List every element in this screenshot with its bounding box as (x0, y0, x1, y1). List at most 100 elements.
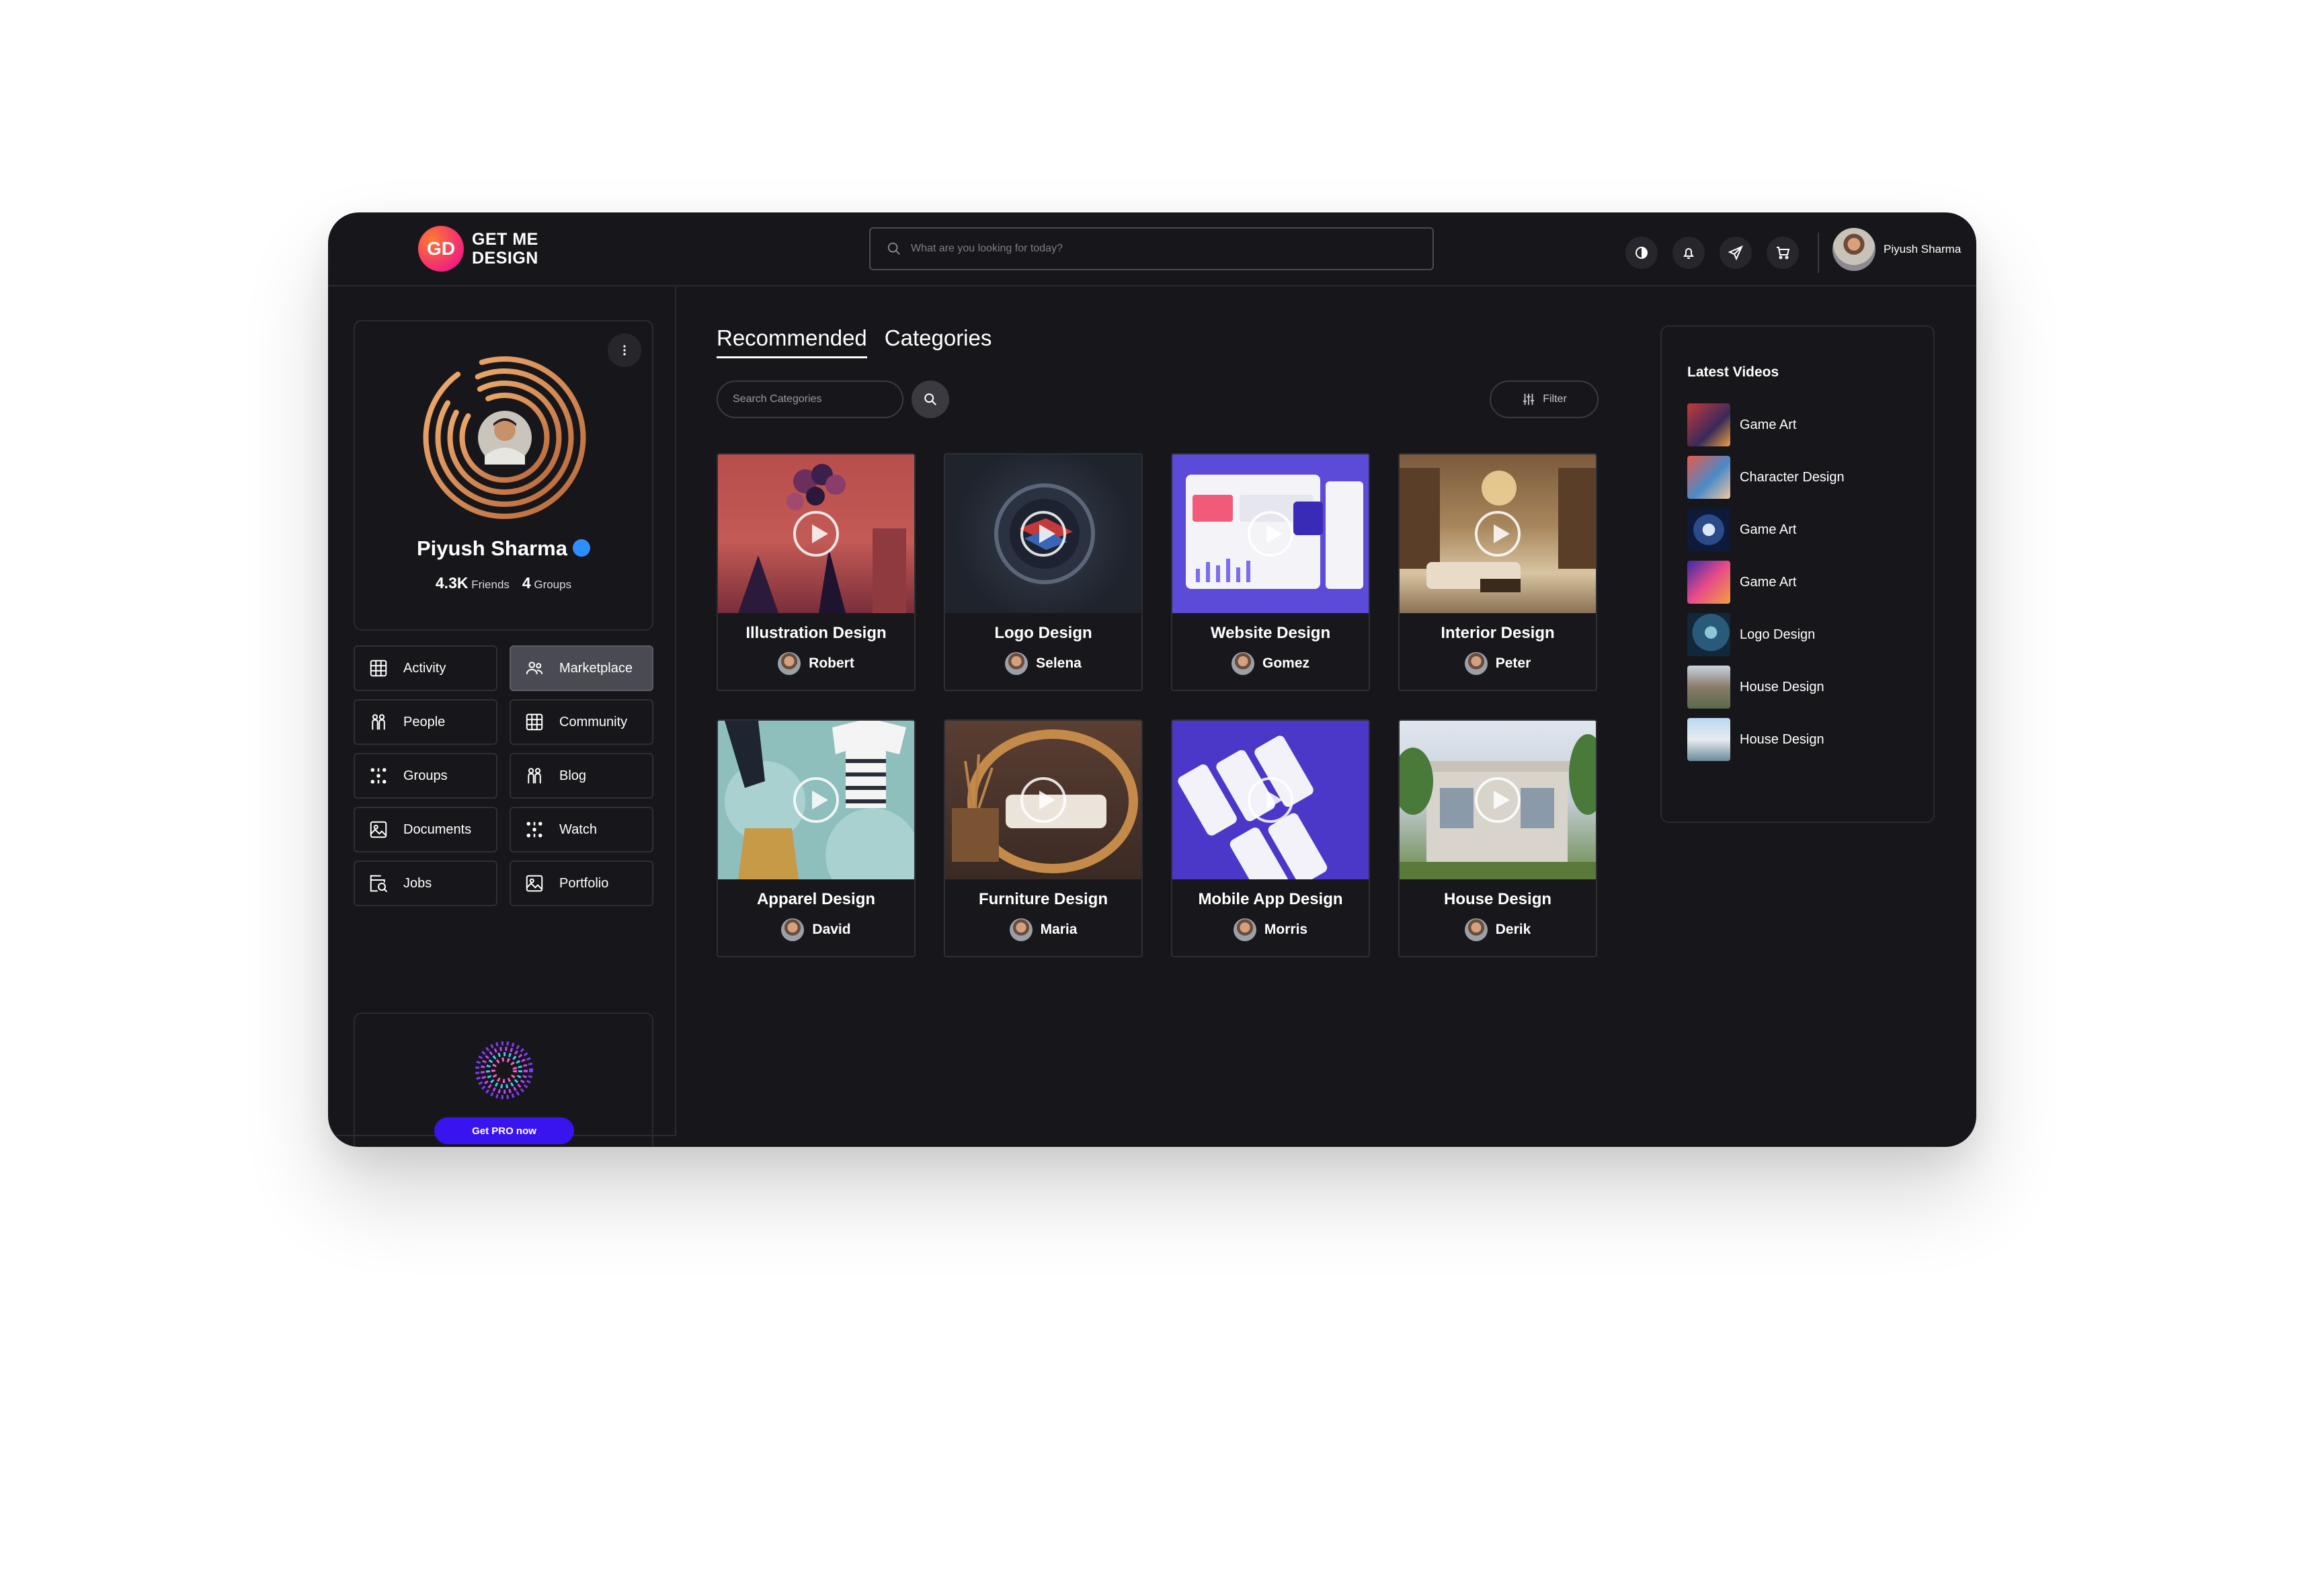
user-name: Piyush Sharma (1884, 243, 1962, 255)
cart-button[interactable] (1767, 237, 1799, 269)
friends-label: Friends (471, 578, 510, 591)
video-item[interactable]: Logo Design (1687, 613, 1845, 656)
messages-button[interactable] (1720, 237, 1752, 269)
card-author: Maria (945, 918, 1141, 941)
global-search-input[interactable]: What are you looking for today? (869, 227, 1434, 270)
play-icon[interactable] (1020, 511, 1066, 557)
card-author: Peter (1400, 652, 1596, 675)
design-card[interactable]: Furniture Design Maria (944, 719, 1143, 957)
cart-icon (1777, 247, 1790, 260)
video-item[interactable]: Character Design (1687, 456, 1845, 499)
nav-item-groups[interactable]: Groups (354, 753, 497, 799)
card-author: Derik (1400, 918, 1596, 941)
nav-item-community[interactable]: Community (510, 699, 653, 745)
sidebar-nav: Activity Marketplace People Community Gr… (354, 645, 653, 906)
theme-toggle-button[interactable] (1625, 237, 1658, 269)
nav-item-marketplace[interactable]: Marketplace (510, 645, 653, 691)
category-search-button[interactable] (912, 381, 949, 418)
design-card[interactable]: House Design Derik (1398, 719, 1597, 957)
search-icon (887, 242, 900, 255)
user-menu[interactable]: Piyush Sharma (1832, 228, 1961, 271)
video-item[interactable]: House Design (1687, 718, 1845, 761)
nav-label: Marketplace (559, 660, 633, 676)
video-label: Game Art (1740, 522, 1797, 537)
profile-card: Piyush Sharma 4.3K Friends 4 Groups (354, 320, 653, 631)
author-name: Robert (809, 655, 854, 671)
design-card[interactable]: Interior Design Peter (1398, 453, 1597, 691)
play-icon[interactable] (1475, 511, 1521, 557)
card-thumbnail (718, 454, 914, 613)
card-author: Morris (1172, 918, 1369, 941)
nav-item-activity[interactable]: Activity (354, 645, 497, 691)
card-author: Gomez (1172, 652, 1369, 675)
nav-item-blog[interactable]: Blog (510, 753, 653, 799)
avatar (1005, 652, 1028, 675)
nav-item-jobs[interactable]: Jobs (354, 861, 497, 906)
card-title: Website Design (1210, 624, 1331, 642)
brand-logo[interactable]: GD GET ME DESIGN (418, 226, 538, 272)
play-icon[interactable] (1020, 777, 1066, 823)
design-card[interactable]: Illustration Design Robert (717, 453, 916, 691)
profile-rings-avatar[interactable] (421, 354, 589, 522)
card-title: Mobile App Design (1198, 890, 1343, 908)
avatar (1231, 652, 1254, 675)
avatar (1464, 652, 1488, 675)
card-thumbnail (945, 721, 1141, 879)
avatar (781, 918, 805, 941)
play-icon[interactable] (793, 511, 839, 557)
filter-button[interactable]: Filter (1490, 381, 1599, 418)
video-item[interactable]: House Design (1687, 666, 1845, 709)
play-icon[interactable] (793, 777, 839, 823)
video-thumbnail (1687, 561, 1730, 604)
app-window: GD GET ME DESIGN What are you looking fo… (328, 212, 1976, 1147)
nav-item-people[interactable]: People (354, 699, 497, 745)
video-thumbnail (1687, 613, 1730, 656)
dots-grid-icon (370, 768, 387, 784)
pro-orb-icon (475, 1041, 533, 1099)
category-search-input[interactable]: Search Categories (717, 381, 903, 418)
card-thumbnail (1172, 721, 1369, 899)
design-card[interactable]: Website Design Gomez (1171, 453, 1370, 691)
design-card[interactable]: Mobile App Design Morris (1171, 719, 1370, 957)
video-thumbnail (1687, 456, 1730, 499)
search-doc-icon (370, 875, 388, 893)
groups-label: Groups (534, 578, 572, 591)
tab-categories[interactable]: Categories (885, 325, 992, 358)
image-icon (370, 821, 387, 838)
nav-item-documents[interactable]: Documents (354, 807, 497, 852)
people-icon (528, 768, 541, 784)
video-thumbnail (1687, 718, 1730, 761)
dots-grid-icon (526, 822, 542, 838)
video-thumbnail (1687, 666, 1730, 709)
filter-label: Filter (1543, 393, 1567, 405)
grid-icon (526, 713, 543, 731)
video-label: House Design (1740, 679, 1824, 694)
play-icon[interactable] (1248, 777, 1293, 823)
design-card[interactable]: Logo Design Selena (944, 453, 1143, 691)
author-name: Gomez (1262, 655, 1309, 671)
header-actions (1625, 233, 1819, 273)
design-card[interactable]: Apparel Design David (717, 719, 916, 957)
nav-item-portfolio[interactable]: Portfolio (510, 861, 653, 906)
tab-recommended[interactable]: Recommended (717, 325, 867, 358)
video-item[interactable]: Game Art (1687, 403, 1845, 446)
get-pro-button[interactable]: Get PRO now (434, 1117, 574, 1144)
profile-more-button[interactable] (608, 333, 641, 367)
play-icon[interactable] (1475, 777, 1521, 823)
contrast-icon (1636, 247, 1648, 259)
notifications-button[interactable] (1672, 237, 1705, 269)
video-item[interactable]: Game Art (1687, 561, 1845, 604)
avatar (1009, 918, 1033, 941)
video-item[interactable]: Game Art (1687, 508, 1845, 551)
profile-stats: 4.3K Friends 4 Groups (355, 574, 652, 592)
verified-badge-icon (572, 538, 590, 557)
nav-item-watch[interactable]: Watch (510, 807, 653, 852)
nav-label: Community (559, 714, 628, 729)
video-thumbnail (1687, 403, 1730, 446)
play-icon[interactable] (1248, 511, 1293, 557)
card-author: Robert (718, 652, 914, 675)
left-sidebar: Piyush Sharma 4.3K Friends 4 Groups Acti… (328, 286, 676, 1147)
logo-mark-icon: GD (418, 226, 464, 272)
grid-icon (370, 660, 387, 677)
video-thumbnail (1687, 508, 1730, 551)
